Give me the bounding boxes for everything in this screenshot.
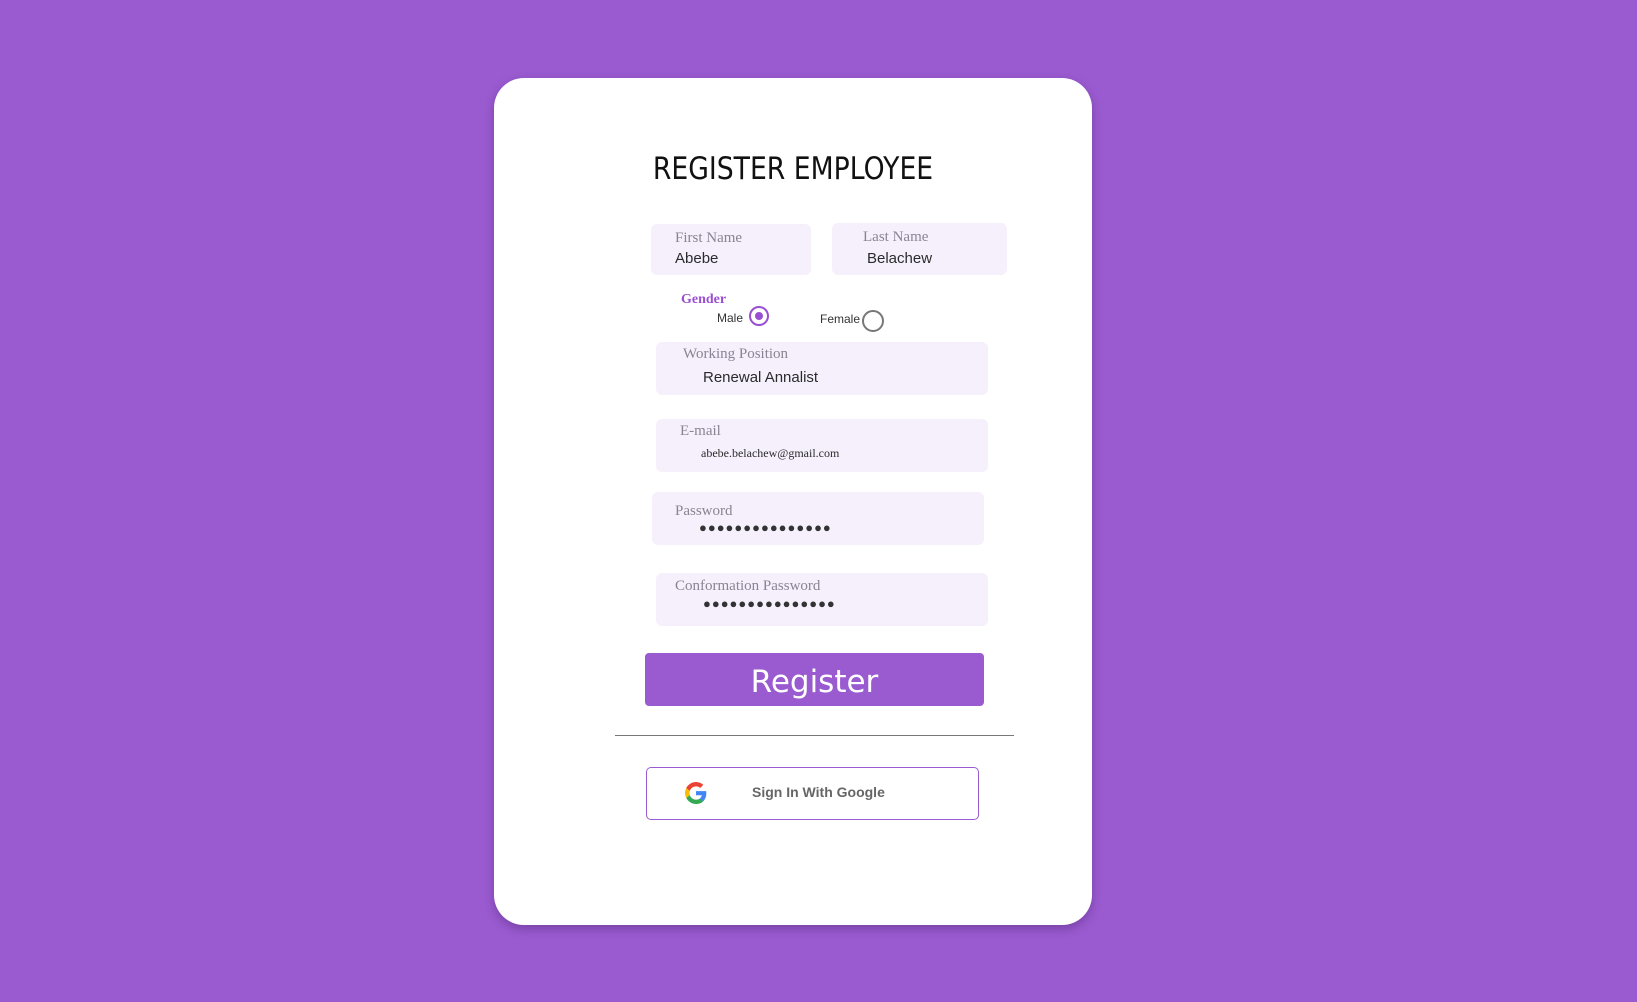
email-label: E-mail: [680, 423, 721, 439]
confirmation-password-field[interactable]: Conformation Password ●●●●●●●●●●●●●●●: [656, 573, 988, 626]
male-label: Male: [717, 311, 744, 325]
password-label: Password: [675, 503, 733, 519]
female-label: Female: [820, 312, 861, 326]
first-name-value: Abebe: [675, 250, 719, 267]
female-radio[interactable]: [862, 310, 884, 332]
divider: [615, 735, 1014, 736]
confirmation-password-value: ●●●●●●●●●●●●●●●: [703, 596, 836, 611]
register-button[interactable]: Register: [645, 653, 984, 706]
last-name-label: Last Name: [863, 229, 929, 245]
working-position-label: Working Position: [683, 346, 789, 362]
gender-label: Gender: [681, 292, 727, 307]
google-g-icon: [685, 782, 707, 804]
google-sign-in-button[interactable]: Sign In With Google: [646, 767, 979, 820]
male-radio[interactable]: [749, 306, 769, 326]
working-position-field[interactable]: Working Position Renewal Annalist: [656, 342, 988, 395]
working-position-value: Renewal Annalist: [703, 369, 819, 386]
last-name-value: Belachew: [867, 250, 933, 267]
email-field[interactable]: E-mail abebe.belachew@gmail.com: [656, 419, 988, 472]
password-field[interactable]: Password ●●●●●●●●●●●●●●●: [652, 492, 984, 545]
first-name-field[interactable]: First Name Abebe: [651, 224, 811, 275]
confirmation-password-label: Conformation Password: [675, 578, 821, 594]
last-name-field[interactable]: Last Name Belachew: [832, 223, 1007, 275]
first-name-label: First Name: [675, 230, 743, 246]
register-card: REGISTER EMPLOYEE First Name Abebe Last …: [494, 78, 1092, 925]
page-title: REGISTER EMPLOYEE: [652, 151, 934, 187]
email-value: abebe.belachew@gmail.com: [701, 446, 840, 460]
google-sign-in-label: Sign In With Google: [752, 784, 885, 800]
password-value: ●●●●●●●●●●●●●●●: [699, 520, 832, 535]
